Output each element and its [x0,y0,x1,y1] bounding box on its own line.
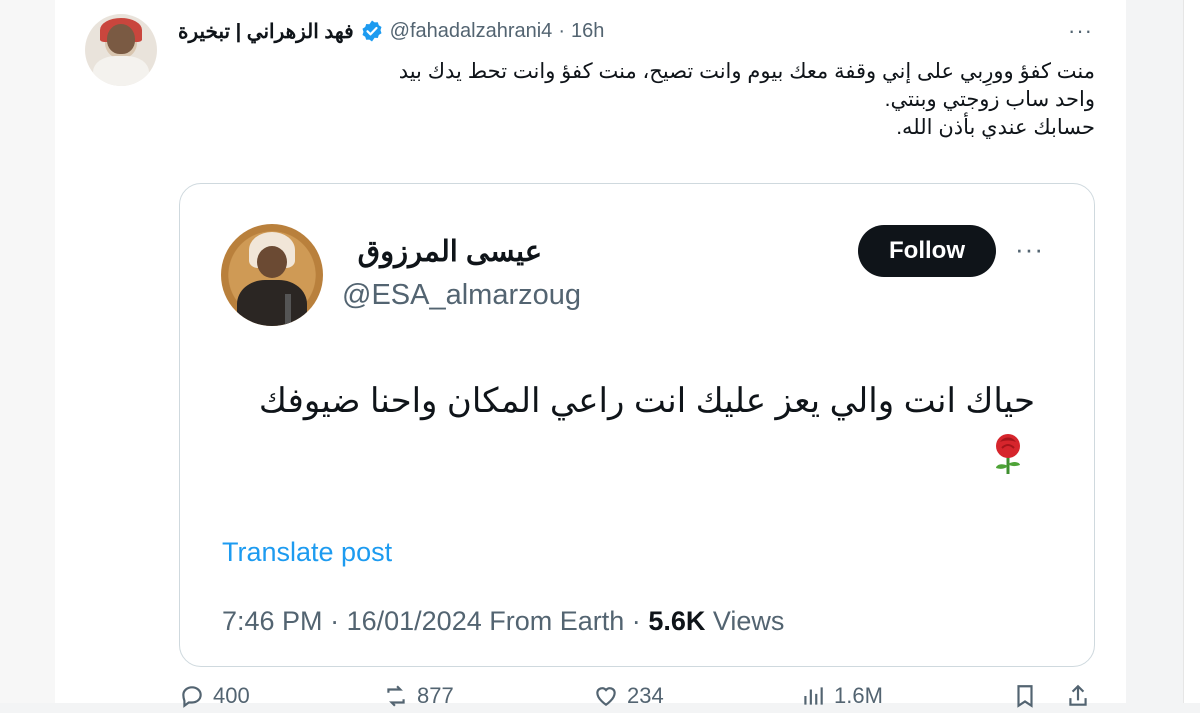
share-button[interactable] [1065,683,1091,709]
analytics-icon [804,687,823,705]
meta-separator: · [631,606,641,636]
translate-post-link[interactable]: Translate post [222,537,392,568]
views-count: 5.6K [648,606,706,636]
verified-badge-icon [362,20,382,42]
quoted-more-options-icon[interactable]: ··· [1015,234,1044,265]
views-label: Views [712,606,785,636]
tweet-text-line: منت كفؤ وورِبي على إني وقفة معك بيوم وان… [398,60,1095,83]
repost-button[interactable]: 877 [383,683,454,709]
left-margin [0,0,55,703]
bookmark-icon [1017,685,1033,708]
like-count: 234 [627,683,664,708]
quoted-tweet-meta: 7:46 PM · 16/01/2024 From Earth · 5.6K V… [222,606,784,637]
quoted-tweet-card[interactable]: عيسى المرزوق @ESA_almarzoug Follow ··· ح… [179,183,1095,667]
tweet-text-line: حسابك عندي بأذن الله. [896,116,1095,139]
more-options-icon[interactable]: ··· [1068,18,1093,44]
heart-icon [596,687,616,706]
author-handle[interactable]: @fahadalzahrani4 [390,20,553,43]
header-separator: · [558,19,565,42]
tweet-header: فهد الزهراني | تبخيرة @fahadalzahrani4 ·… [178,14,604,48]
repost-count: 877 [417,683,454,708]
reply-icon [182,686,202,708]
right-sidebar-edge [1183,0,1200,703]
post-source: From Earth [489,606,625,636]
share-icon [1069,684,1087,706]
reply-count: 400 [213,683,250,708]
quoted-author-handle[interactable]: @ESA_almarzoug [342,279,581,312]
views-button[interactable]: 1.6M [800,683,883,709]
post-date[interactable]: 16/01/2024 [347,606,482,636]
quoted-tweet-text: حياك انت والي يعز عليك انت راعي المكان و… [258,382,1035,420]
views-total: 1.6M [834,683,883,708]
quoted-author-display-name[interactable]: عيسى المرزوق [342,234,542,269]
follow-button[interactable]: Follow [858,225,996,277]
author-display-name[interactable]: فهد الزهراني | تبخيرة [178,19,354,44]
tweet-action-bar: 400 877 234 1.6M [55,683,1126,713]
bookmark-button[interactable] [1012,683,1038,709]
tweet-timestamp[interactable]: 16h [571,20,604,43]
tweet-text-line: واحد ساب زوجتي وبنتي. [884,88,1095,111]
meta-separator: · [330,606,340,636]
like-button[interactable]: 234 [593,683,664,709]
rose-emoji-icon [996,434,1020,474]
tweet-text: منت كفؤ وورِبي على إني وقفة معك بيوم وان… [195,58,1095,142]
reply-button[interactable]: 400 [179,683,250,709]
quoted-author-avatar[interactable] [221,224,323,326]
post-time[interactable]: 7:46 PM [222,606,323,636]
repost-icon [387,685,405,707]
author-avatar[interactable] [85,14,157,86]
